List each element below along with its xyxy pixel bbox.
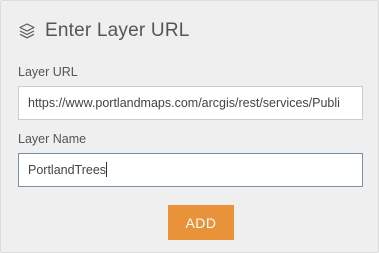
layer-url-input[interactable]: https://www.portlandmaps.com/arcgis/rest… (18, 86, 363, 120)
layers-icon (18, 22, 36, 40)
layer-url-value: https://www.portlandmaps.com/arcgis/rest… (28, 96, 340, 110)
panel-title: Enter Layer URL (45, 20, 190, 41)
add-button[interactable]: ADD (168, 205, 234, 240)
layer-name-value: PortlandTrees (28, 163, 107, 177)
text-caret (106, 162, 108, 178)
enter-layer-url-panel: Enter Layer URL Layer URL https://www.po… (0, 0, 379, 253)
layer-url-label: Layer URL (18, 65, 78, 79)
panel-header: Enter Layer URL (18, 17, 190, 45)
layer-name-input[interactable]: PortlandTrees (18, 153, 363, 187)
layer-name-label: Layer Name (18, 132, 87, 146)
